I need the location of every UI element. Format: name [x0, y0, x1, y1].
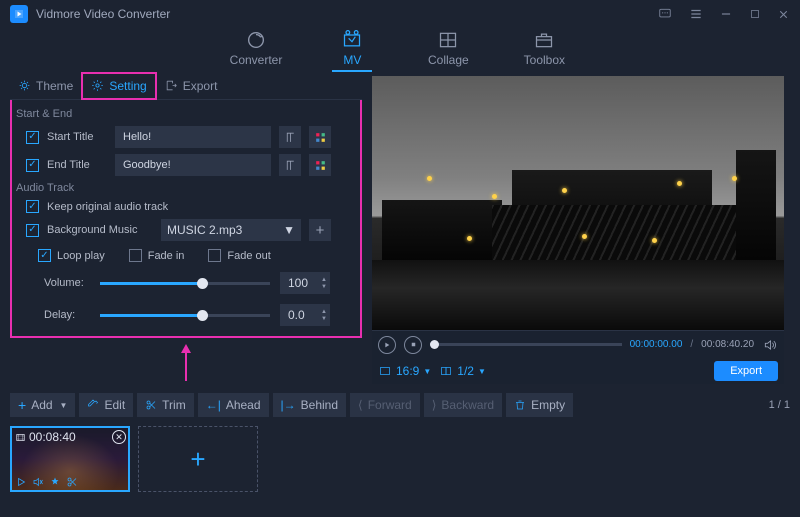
stop-button[interactable] [404, 336, 422, 354]
mv-icon [341, 30, 363, 50]
text-style-button[interactable] [279, 126, 301, 148]
clip-trim-icon[interactable] [66, 476, 78, 488]
video-preview [372, 76, 784, 330]
main-nav: Converter MV Collage Toolbox [0, 28, 800, 72]
minimize-icon[interactable] [719, 7, 733, 21]
playback-bar: 00:00:00.00/00:08:40.20 [372, 330, 784, 358]
tab-label: Export [183, 79, 218, 93]
play-button[interactable] [378, 336, 396, 354]
loop-label: Loop play [57, 250, 105, 262]
chat-icon[interactable] [657, 7, 673, 21]
backward-button[interactable]: ⟩Backward [424, 393, 502, 417]
nav-collage[interactable]: Collage [422, 30, 474, 67]
section-start-end: Start & End [16, 108, 350, 120]
time-current: 00:00:00.00 [630, 339, 683, 350]
maximize-icon[interactable] [749, 8, 761, 20]
volume-spinner[interactable]: 100▲▼ [280, 272, 330, 294]
nav-label: Converter [230, 53, 283, 67]
add-button[interactable]: +Add▼ [10, 393, 75, 417]
time-total: 00:08:40.20 [701, 339, 754, 350]
annotation-arrow [10, 338, 362, 381]
bgm-add-button[interactable]: + [309, 219, 331, 241]
section-audio: Audio Track [16, 182, 350, 194]
bgm-value: MUSIC 2.mp3 [167, 223, 242, 237]
toolbox-icon [533, 30, 555, 50]
tab-export[interactable]: Export [157, 72, 226, 100]
delay-spinner[interactable]: 0.0▲▼ [280, 304, 330, 326]
bgm-checkbox[interactable] [26, 224, 39, 237]
tab-theme[interactable]: Theme [10, 72, 81, 100]
start-title-checkbox[interactable] [26, 131, 39, 144]
caret-down-icon: ▼ [283, 223, 295, 237]
start-title-input[interactable] [115, 126, 271, 148]
volume-label: Volume: [44, 277, 90, 289]
collage-icon [437, 30, 459, 50]
start-title-label: Start Title [47, 131, 107, 143]
keep-original-checkbox[interactable] [26, 200, 39, 213]
volume-icon[interactable] [762, 338, 778, 352]
delay-slider[interactable] [100, 314, 270, 317]
end-title-label: End Title [47, 159, 107, 171]
bgm-select[interactable]: MUSIC 2.mp3 ▼ [161, 219, 301, 241]
nav-label: Collage [428, 53, 469, 67]
text-style-button[interactable] [279, 154, 301, 176]
sub-tabs: Theme Setting Export [10, 72, 362, 100]
nav-converter[interactable]: Converter [230, 30, 283, 67]
pager: 1 / 1 [769, 399, 790, 411]
keep-original-label: Keep original audio track [47, 201, 168, 213]
page-selector[interactable]: 1/2 ▼ [439, 364, 486, 378]
plus-icon: + [190, 444, 205, 475]
clip-effect-icon[interactable] [49, 476, 61, 488]
add-clip-slot[interactable]: + [138, 426, 258, 492]
aspect-selector[interactable]: 16:9 ▼ [378, 364, 431, 378]
fadeout-label: Fade out [227, 250, 270, 262]
close-icon[interactable] [777, 8, 790, 21]
settings-panel: Start & End Start Title End Title Audio … [10, 100, 362, 338]
window-controls [657, 7, 790, 21]
forward-button[interactable]: ⟨Forward [350, 393, 420, 417]
nav-mv[interactable]: MV [326, 30, 378, 72]
preview-toolbar: 16:9 ▼ 1/2 ▼ Export [372, 358, 784, 384]
clip-play-icon[interactable] [15, 476, 27, 488]
loop-checkbox[interactable] [38, 249, 51, 262]
nav-toolbox[interactable]: Toolbox [518, 30, 570, 67]
app-logo-icon [10, 5, 28, 23]
export-button[interactable]: Export [714, 361, 778, 381]
app-title: Vidmore Video Converter [36, 7, 170, 21]
fadein-checkbox[interactable] [129, 249, 142, 262]
behind-button[interactable]: |→Behind [273, 393, 347, 417]
tab-label: Setting [109, 79, 146, 93]
converter-icon [245, 30, 267, 50]
color-grid-button[interactable] [309, 126, 331, 148]
delay-label: Delay: [44, 309, 90, 321]
nav-label: Toolbox [524, 53, 565, 67]
trim-button[interactable]: Trim [137, 393, 194, 417]
nav-label: MV [343, 53, 361, 67]
fadein-label: Fade in [148, 250, 185, 262]
tab-setting[interactable]: Setting [81, 72, 156, 100]
color-grid-button[interactable] [309, 154, 331, 176]
clip-duration-badge: 00:08:40 [15, 430, 76, 444]
clip-thumbnail[interactable]: 00:08:40 ✕ [10, 426, 130, 492]
ahead-button[interactable]: ←|Ahead [198, 393, 269, 417]
clip-toolbar: +Add▼ Edit Trim ←|Ahead |→Behind ⟨Forwar… [0, 390, 800, 420]
title-bar: Vidmore Video Converter [0, 0, 800, 28]
tab-label: Theme [36, 79, 73, 93]
clip-strip: 00:08:40 ✕ + [0, 420, 800, 494]
edit-button[interactable]: Edit [79, 393, 133, 417]
fadeout-checkbox[interactable] [208, 249, 221, 262]
menu-icon[interactable] [689, 7, 703, 21]
clip-mute-icon[interactable] [32, 476, 44, 488]
progress-bar[interactable] [430, 343, 622, 346]
bgm-label: Background Music [47, 224, 153, 236]
end-title-input[interactable] [115, 154, 271, 176]
end-title-checkbox[interactable] [26, 159, 39, 172]
volume-slider[interactable] [100, 282, 270, 285]
empty-button[interactable]: Empty [506, 393, 573, 417]
clip-remove-button[interactable]: ✕ [112, 430, 126, 444]
